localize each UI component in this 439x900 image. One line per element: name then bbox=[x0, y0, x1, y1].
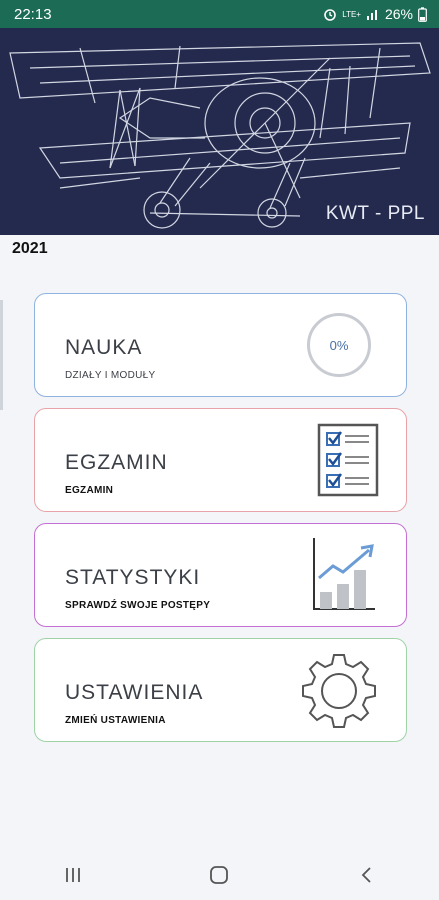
app-title: KWT - PPL bbox=[325, 203, 425, 224]
nauka-card[interactable]: NAUKA DZIAŁY I MODUŁY 0% bbox=[34, 293, 407, 397]
back-icon bbox=[361, 867, 371, 883]
recents-icon bbox=[66, 868, 81, 882]
statystyki-subtitle: SPRAWDŹ SWOJE POSTĘPY bbox=[65, 600, 211, 611]
header-banner: KWT - PPL bbox=[0, 28, 439, 235]
egzamin-card[interactable]: EGZAMIN EGZAMIN bbox=[34, 408, 407, 512]
home-icon bbox=[210, 866, 229, 884]
alarm-icon bbox=[324, 9, 337, 21]
egzamin-title: EGZAMIN bbox=[65, 451, 168, 474]
nauka-subtitle: DZIAŁY I MODUŁY bbox=[65, 370, 156, 381]
year-label: 2021 bbox=[12, 240, 48, 257]
status-time: 22:13 bbox=[14, 5, 52, 23]
progress-ring-icon: 0% bbox=[307, 313, 371, 377]
drawer-edge[interactable] bbox=[0, 300, 3, 410]
statystyki-title: STATYSTYKI bbox=[65, 566, 201, 589]
home-button[interactable] bbox=[189, 855, 249, 895]
signal-icon bbox=[366, 10, 377, 20]
battery-icon bbox=[418, 6, 427, 22]
system-nav-bar bbox=[0, 850, 439, 900]
egzamin-subtitle: EGZAMIN bbox=[65, 485, 114, 496]
network-type: LTE+ bbox=[342, 9, 361, 19]
ustawienia-subtitle: ZMIEŃ USTAWIENIA bbox=[65, 715, 166, 726]
status-bar: 22:13 LTE+ 26% bbox=[0, 0, 439, 28]
ustawienia-card[interactable]: USTAWIENIA ZMIEŃ USTAWIENIA bbox=[34, 638, 407, 742]
status-icons: LTE+ 26% bbox=[323, 6, 427, 22]
back-button[interactable] bbox=[336, 855, 396, 895]
gear-icon bbox=[302, 654, 376, 728]
nauka-title: NAUKA bbox=[65, 336, 143, 359]
battery-percent: 26% bbox=[384, 6, 413, 22]
checklist-icon bbox=[317, 423, 379, 497]
bar-chart-trend-icon bbox=[313, 538, 375, 610]
statystyki-card[interactable]: STATYSTYKI SPRAWDŹ SWOJE POSTĘPY bbox=[34, 523, 407, 627]
recents-button[interactable] bbox=[43, 855, 103, 895]
progress-value: 0% bbox=[329, 337, 349, 353]
ustawienia-title: USTAWIENIA bbox=[65, 681, 204, 704]
